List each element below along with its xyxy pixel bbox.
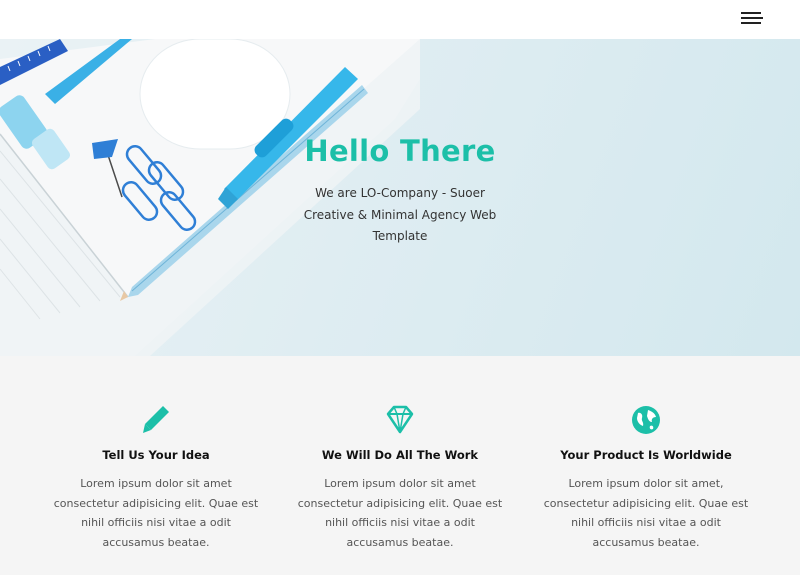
menu-line bbox=[741, 12, 761, 14]
diamond-icon bbox=[386, 405, 414, 434]
feature-text: Lorem ipsum dolor sit amet, consectetur … bbox=[543, 477, 749, 549]
feature-title: Tell Us Your Idea bbox=[102, 448, 210, 462]
top-navbar bbox=[0, 0, 800, 39]
feature-text: Lorem ipsum dolor sit amet consectetur a… bbox=[53, 477, 259, 549]
hero-subtitle: We are LO-Company - Suoer Creative & Min… bbox=[303, 186, 497, 243]
menu-line bbox=[741, 22, 761, 24]
globe-icon bbox=[632, 406, 660, 434]
features-section: Tell Us Your Idea Lorem ipsum dolor sit … bbox=[0, 356, 800, 575]
menu-line bbox=[741, 17, 763, 19]
hero-section: Hello There We are LO-Company - Suoer Cr… bbox=[0, 39, 800, 356]
feature-text: Lorem ipsum dolor sit amet consectetur a… bbox=[297, 477, 503, 549]
feature-title: Your Product Is Worldwide bbox=[560, 448, 732, 462]
hero-title: Hello There bbox=[304, 134, 496, 168]
hamburger-menu-icon[interactable] bbox=[741, 10, 765, 26]
feature-title: We Will Do All The Work bbox=[321, 448, 479, 462]
pencil-icon bbox=[143, 406, 169, 433]
